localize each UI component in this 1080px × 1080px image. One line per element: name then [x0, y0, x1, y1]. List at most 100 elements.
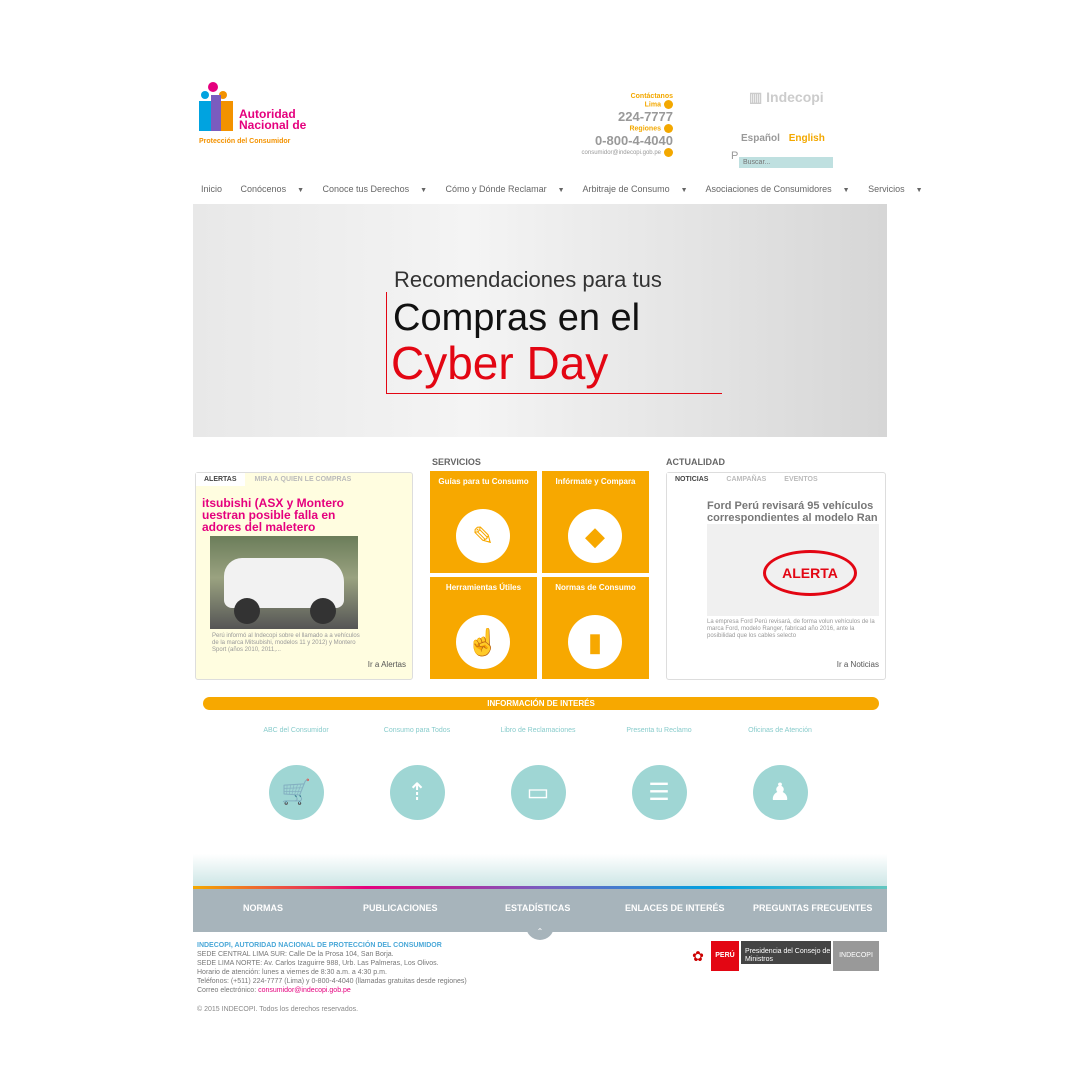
- tab-noticias[interactable]: NOTICIAS: [667, 473, 717, 486]
- footer-link-normas[interactable]: NORMAS: [243, 903, 283, 913]
- contact-email[interactable]: consumidor@indecopi.gob.pe: [582, 150, 661, 156]
- footer-link-enlaces[interactable]: ENLACES DE INTERÉS: [625, 903, 725, 913]
- info-label: Libro de Reclamaciones: [500, 727, 576, 734]
- logo-subtitle: Protección del Consumidor: [199, 138, 291, 145]
- services-grid: Guías para tu Consumo ✎ Infórmate y Comp…: [430, 471, 649, 679]
- banner-subtitle: Recomendaciones para tus: [394, 267, 662, 292]
- lima-phone[interactable]: 224-7777: [553, 109, 673, 124]
- footer-link-estadisticas[interactable]: ESTADÍSTICAS: [505, 903, 570, 913]
- nav-item-inicio[interactable]: Inicio: [201, 184, 230, 194]
- car-wheel: [234, 598, 260, 624]
- regions-phone[interactable]: 0-800-4-4040: [553, 133, 673, 148]
- indecopi-label: Indecopi: [766, 89, 824, 105]
- lang-spanish[interactable]: Español: [741, 133, 780, 144]
- nav-label: Arbitraje de Consumo: [582, 184, 670, 194]
- car-wheel: [310, 598, 336, 624]
- footer-fade: [193, 854, 887, 886]
- news-heading: ACTUALIDAD: [666, 457, 725, 467]
- phone-icon: [664, 100, 673, 109]
- contact-block: Contáctanos Lima 224-7777 Regiones 0-800…: [553, 93, 673, 157]
- nav-item-asociaciones[interactable]: Asociaciones de Consumidores ▼: [706, 184, 858, 194]
- tab-campanas[interactable]: CAMPAÑAS: [718, 473, 774, 486]
- alerts-more-link[interactable]: Ir a Alertas: [368, 660, 406, 669]
- cart-icon: 🛒: [268, 765, 324, 820]
- info-item-libro[interactable]: Libro de Reclamaciones ▭: [493, 725, 583, 820]
- nav-item-derechos[interactable]: Conoce tus Derechos ▼: [323, 184, 435, 194]
- tab-alertas[interactable]: ALERTAS: [196, 473, 245, 486]
- footer-org: INDECOPI, AUTORIDAD NACIONAL DE PROTECCI…: [197, 942, 442, 949]
- tile-label: Normas de Consumo: [555, 583, 636, 592]
- news-headline[interactable]: Ford Perú revisará 95 vehículos correspo…: [707, 500, 879, 524]
- regions-label: Regiones: [629, 125, 661, 133]
- phone-icon: [664, 124, 673, 133]
- footer-link-preguntas[interactable]: PREGUNTAS FRECUENTES: [753, 903, 872, 913]
- footer-hours: Horario de atención: lunes a viernes de …: [197, 969, 387, 976]
- info-item-reclamo[interactable]: Presenta tu Reclamo ☰: [614, 725, 704, 820]
- family-logo-icon: [199, 82, 233, 131]
- contact-label: Contáctanos: [630, 93, 673, 100]
- service-tile-normas[interactable]: Normas de Consumo ▮: [542, 577, 649, 679]
- news-more-link[interactable]: Ir a Noticias: [837, 660, 879, 669]
- peru-shield-icon: ✿: [687, 941, 709, 971]
- service-tile-herramientas[interactable]: Herramientas Útiles ☝: [430, 577, 537, 679]
- caret-down-icon: ▼: [680, 187, 688, 194]
- caret-down-icon: ▼: [842, 187, 850, 194]
- document-icon: ☰: [631, 765, 687, 820]
- alerts-panel: ALERTAS MIRA A QUIEN LE COMPRAS itsubish…: [195, 472, 413, 680]
- indecopi-logo[interactable]: ▥ Indecopi: [749, 89, 824, 106]
- scroll-top-icon[interactable]: ⌃: [526, 926, 554, 940]
- tile-label: Infórmate y Compara: [555, 477, 636, 486]
- nav-label: Cómo y Dónde Reclamar: [445, 184, 547, 194]
- nav-item-arbitraje[interactable]: Arbitraje de Consumo ▼: [583, 184, 696, 194]
- copyright: © 2015 INDECOPI. Todos los derechos rese…: [197, 1006, 359, 1013]
- tab-eventos[interactable]: EVENTOS: [776, 473, 825, 486]
- email-icon: [664, 148, 673, 157]
- office-icon: ♟: [752, 765, 808, 820]
- gov-peru-logo[interactable]: PERÚ: [711, 941, 739, 971]
- alert-headline[interactable]: itsubishi (ASX y Montero uestran posible…: [202, 497, 352, 533]
- footer-phones: Teléfonos: (+511) 224-7777 (Lima) y 0-80…: [197, 978, 467, 985]
- info-item-oficinas[interactable]: Oficinas de Atención ♟: [735, 725, 825, 820]
- nav-label: Inicio: [201, 184, 223, 194]
- tile-label: Guías para tu Consumo: [438, 477, 529, 486]
- alert-stamp: ALERTA: [763, 550, 857, 596]
- gov-pcm-logo[interactable]: Presidencia del Consejo de Ministros: [741, 941, 831, 964]
- nav-item-servicios[interactable]: Servicios ▼: [868, 184, 930, 194]
- service-tile-guias[interactable]: Guías para tu Consumo ✎: [430, 471, 537, 573]
- info-item-abc[interactable]: ABC del Consumidor 🛒: [251, 725, 341, 820]
- footer-link-publicaciones[interactable]: PUBLICACIONES: [363, 903, 438, 913]
- hero-banner[interactable]: Recomendaciones para tus Compras en el C…: [193, 204, 887, 437]
- news-panel: NOTICIAS CAMPAÑAS EVENTOS Ford Perú revi…: [666, 472, 886, 680]
- footer-sede-sur: SEDE CENTRAL LIMA SUR: Calle De la Prosa…: [197, 951, 394, 958]
- banner-title-line1: Compras en el: [393, 297, 641, 339]
- tools-icon: ☝: [456, 615, 510, 669]
- indecopi-mark-icon: ▥: [749, 89, 763, 105]
- alert-summary: Perú informó al Indecopi sobre el llamad…: [212, 633, 360, 653]
- open-book-icon: ▭: [510, 765, 566, 820]
- caret-down-icon: ▼: [420, 187, 428, 194]
- nav-label: Conoce tus Derechos: [322, 184, 410, 194]
- service-tile-informate[interactable]: Infórmate y Compara ◆: [542, 471, 649, 573]
- tag-icon: ◆: [568, 509, 622, 563]
- tile-label: Herramientas Útiles: [445, 583, 522, 592]
- info-item-consumo[interactable]: Consumo para Todos ⇡: [372, 725, 462, 820]
- logo-line2: Nacional de: [239, 118, 307, 132]
- guide-icon: ✎: [456, 509, 510, 563]
- caret-down-icon: ▼: [297, 187, 305, 194]
- car-image[interactable]: [210, 536, 358, 629]
- nav-label: Servicios: [868, 184, 905, 194]
- footer-sede-norte: SEDE LIMA NORTE: Av. Carlos Izaguirre 98…: [197, 960, 439, 967]
- news-summary: La empresa Ford Perú revisará, de forma …: [707, 619, 875, 639]
- news-tabs: NOTICIAS CAMPAÑAS EVENTOS: [667, 473, 885, 489]
- nav-item-conocenos[interactable]: Conócenos ▼: [241, 184, 312, 194]
- lang-english[interactable]: English: [789, 133, 825, 144]
- news-image[interactable]: ALERTA: [707, 524, 879, 616]
- tab-mira-a-quien[interactable]: MIRA A QUIEN LE COMPRAS: [247, 473, 360, 486]
- site-logo[interactable]: Autoridad Nacional de Protección del Con…: [197, 81, 317, 145]
- search-input[interactable]: [739, 157, 833, 168]
- nav-label: Conócenos: [240, 184, 287, 194]
- footer-email[interactable]: consumidor@indecopi.gob.pe: [258, 987, 351, 994]
- search-icon: P: [731, 150, 739, 162]
- gov-indecopi-logo[interactable]: INDECOPI: [833, 941, 879, 971]
- nav-item-reclamar[interactable]: Cómo y Dónde Reclamar ▼: [446, 184, 573, 194]
